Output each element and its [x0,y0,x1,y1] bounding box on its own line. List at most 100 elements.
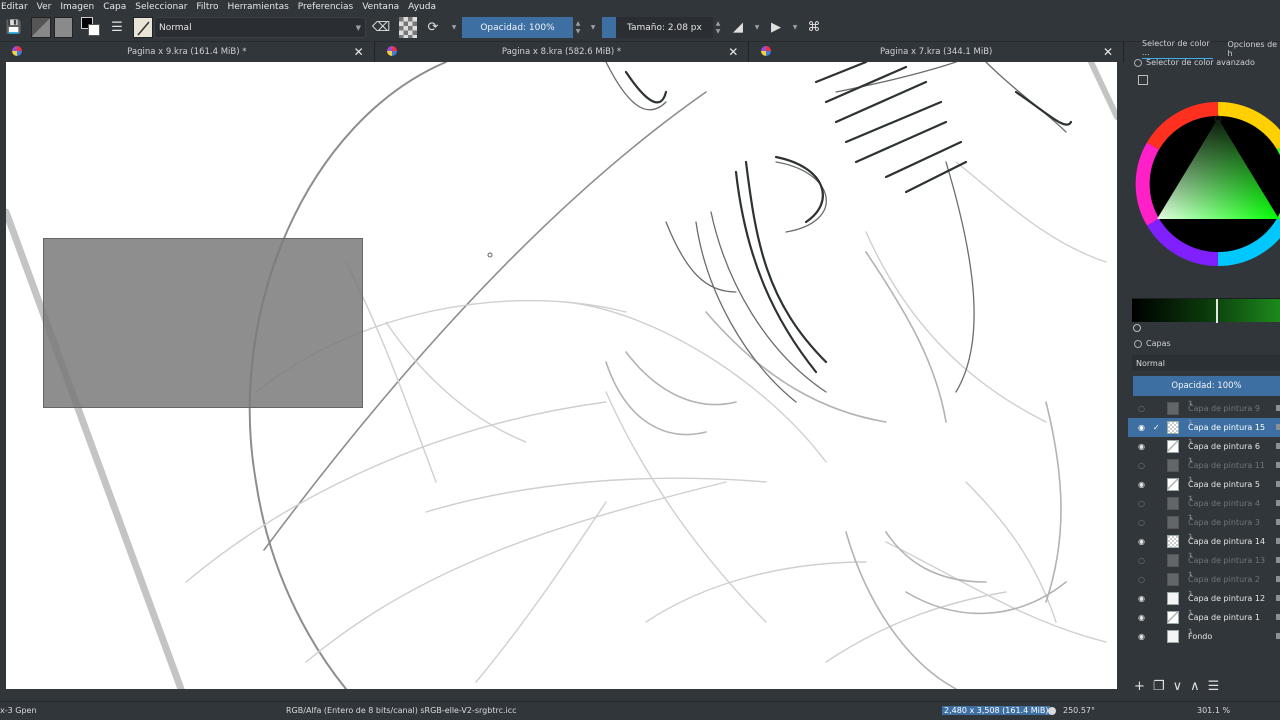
eye-icon[interactable]: ◉ [1136,613,1147,622]
zoom-level[interactable]: 301.1 % [1197,706,1230,715]
eraser-icon[interactable]: ⌫ [372,17,390,38]
eye-icon[interactable]: ◉ [1136,423,1147,432]
menu-item[interactable]: Ver [37,2,52,12]
eye-icon[interactable]: ◉ [1136,442,1147,451]
layer-blend-select[interactable]: Normal [1132,355,1280,371]
menu-item[interactable]: Ayuda [408,2,436,12]
lock-icon[interactable] [1276,462,1280,468]
layer-row[interactable]: ○ ↴ Capa de pintura 3 [1128,513,1280,532]
menu-item[interactable]: Editar [1,2,28,12]
eye-closed-icon[interactable]: ○ [1136,575,1147,584]
layer-row[interactable]: ◉ ✓ ↴ Capa de pintura 15 [1128,418,1280,437]
lock-icon[interactable] [1276,405,1280,411]
layer-row[interactable]: ○ ↴ Capa de pintura 9 [1128,399,1280,418]
check-icon[interactable]: ✓ [1153,423,1163,432]
chevron-down-icon[interactable]: ▼ [588,17,598,38]
menu-item[interactable]: Preferencias [298,2,353,12]
lock-icon[interactable] [1276,443,1280,449]
eye-closed-icon[interactable]: ○ [1136,404,1147,413]
lock-icon[interactable] [1276,576,1280,582]
fg-bg-color-swatch[interactable] [81,17,100,38]
slider-handle[interactable] [1216,299,1218,323]
tab-color-selector[interactable]: Selector de color ... [1142,39,1214,59]
layer-row[interactable]: ○ ↴ Capa de pintura 13 [1128,551,1280,570]
eye-icon[interactable]: ◉ [1136,594,1147,603]
tab-tool-options[interactable]: Opciones de h [1227,40,1280,58]
blend-mode-select[interactable]: Normal ▼ [154,17,366,38]
menu-item[interactable]: Ventana [362,2,399,12]
brush-settings-icon[interactable]: ☰ [108,17,126,38]
opacity-slider[interactable]: Opacidad: 100% [462,17,573,38]
layer-row[interactable]: ○ ↴ Capa de pintura 11 [1128,456,1280,475]
mirror-vertical-icon[interactable]: ▶ [768,17,784,38]
document-tab[interactable]: Pagina x 7.kra (344.1 MiB) ✕ [749,42,1125,62]
refresh-icon[interactable] [1133,324,1141,332]
gradient-swatch[interactable] [31,17,51,38]
layer-row[interactable]: ◉ ↴ Capa de pintura 14 [1128,532,1280,551]
layer-row[interactable]: ◉ ↴ Capa de pintura 5 [1128,475,1280,494]
close-icon[interactable]: ✕ [354,45,364,59]
document-tab[interactable]: Pagina x 9.kra (161.4 MiB) * ✕ [0,42,375,62]
preserve-alpha-icon[interactable] [399,17,417,38]
eye-closed-icon[interactable]: ○ [1136,518,1147,527]
close-icon[interactable]: ✕ [1103,45,1113,59]
lock-icon[interactable] [1276,614,1280,620]
brush-preset-icon[interactable] [133,17,153,38]
menu-icon[interactable] [1138,75,1148,85]
settings-icon[interactable] [1134,58,1142,67]
chevron-down-icon[interactable]: ▼ [449,17,459,38]
menu-item[interactable]: Filtro [196,2,218,12]
layer-row[interactable]: ○ ↴ Capa de pintura 4 [1128,494,1280,513]
selection-rectangle[interactable] [43,238,363,408]
pattern-swatch[interactable] [54,17,73,38]
close-icon[interactable]: ✕ [728,45,738,59]
menu-item[interactable]: Herramientas [227,2,288,12]
layer-opacity-slider[interactable]: Opacidad: 100% [1133,376,1280,396]
chevron-down-icon[interactable]: ▼ [790,17,800,38]
vertical-scrollbar[interactable] [1117,62,1124,689]
settings-icon[interactable] [1134,339,1142,348]
opacity-spinner[interactable]: ▲ ▼ [573,17,583,38]
drawing-canvas[interactable] [6,62,1117,689]
lock-icon[interactable] [1276,481,1280,487]
lock-icon[interactable] [1276,633,1280,639]
layer-row[interactable]: ◉ ↴ Fondo [1128,627,1280,646]
crop-icon[interactable]: ⌘ [806,17,822,38]
document-tab[interactable]: Pagina x 8.kra (582.6 MiB) * ✕ [374,42,750,62]
menu-item[interactable]: Seleccionar [135,2,187,12]
chevron-down-icon[interactable]: ▼ [752,17,762,38]
size-slider[interactable]: Tamaño: 2.08 px [616,17,713,38]
horizontal-scrollbar[interactable] [0,689,1124,701]
lock-icon[interactable] [1276,500,1280,506]
mirror-horizontal-icon[interactable]: ◢ [730,17,746,38]
layer-row[interactable]: ◉ ↴ Capa de pintura 12 [1128,589,1280,608]
layer-row[interactable]: ○ ↴ Capa de pintura 2 [1128,570,1280,589]
image-dimensions[interactable]: 2,480 x 3,508 (161.4 MiB) [942,706,1051,715]
lock-icon[interactable] [1276,557,1280,563]
size-spinner[interactable]: ▲ ▼ [713,17,723,38]
eye-icon[interactable]: ◉ [1136,632,1147,641]
menu-item[interactable]: Imagen [60,2,94,12]
value-slider[interactable] [1132,298,1280,323]
move-down-icon[interactable]: ∨ [1173,679,1183,694]
duplicate-layer-icon[interactable]: ❐ [1153,679,1165,694]
layer-properties-icon[interactable]: ☰ [1208,679,1220,694]
eye-closed-icon[interactable]: ○ [1136,461,1147,470]
lock-icon[interactable] [1276,519,1280,525]
eye-icon[interactable]: ◉ [1136,480,1147,489]
lock-icon[interactable] [1276,595,1280,601]
add-layer-icon[interactable]: + [1134,679,1145,694]
eye-icon[interactable]: ◉ [1136,537,1147,546]
lock-icon[interactable] [1276,538,1280,544]
lock-icon[interactable] [1276,424,1280,430]
color-wheel[interactable] [1134,99,1280,269]
reload-preset-icon[interactable]: ⟳ [424,17,442,38]
eye-closed-icon[interactable]: ○ [1136,556,1147,565]
move-up-icon[interactable]: ∧ [1190,679,1200,694]
save-icon[interactable]: 💾 [6,17,22,38]
layer-row[interactable]: ◉ ↴ Capa de pintura 6 [1128,437,1280,456]
menu-item[interactable]: Capa [103,2,126,12]
layer-row[interactable]: ◉ ↴ Capa de pintura 1 [1128,608,1280,627]
eye-closed-icon[interactable]: ○ [1136,499,1147,508]
rotation-angle[interactable]: 250.57° [1063,706,1095,715]
